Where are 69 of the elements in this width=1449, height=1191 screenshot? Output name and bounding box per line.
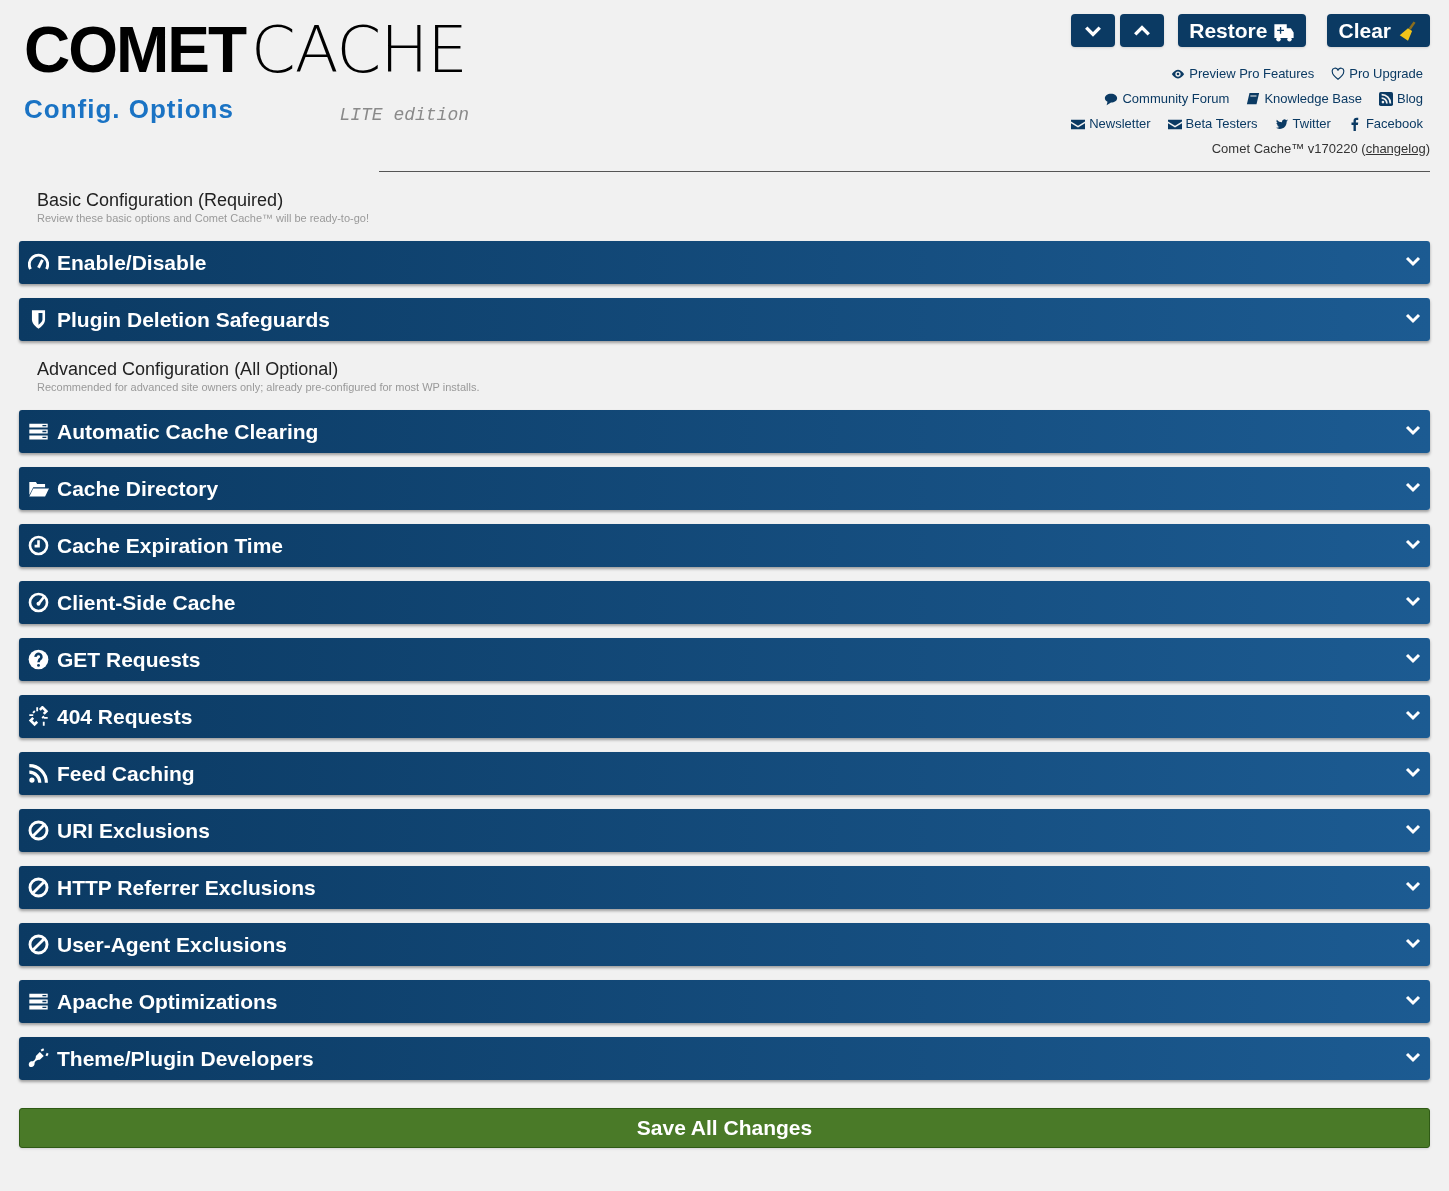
rss-feed-icon [28, 763, 49, 784]
clear-button[interactable]: Clear [1327, 14, 1430, 47]
panel-title: Plugin Deletion Safeguards [57, 306, 332, 333]
page-subtitle: Config. Options [24, 92, 234, 126]
panel-header[interactable]: Cache Expiration Time [19, 524, 1430, 567]
panel-header[interactable]: Apache Optimizations [19, 980, 1430, 1023]
ban-icon [28, 820, 49, 841]
header-link[interactable]: Preview Pro Features [1171, 63, 1315, 84]
ban-icon [28, 934, 49, 955]
book-icon [1246, 91, 1261, 106]
clock-icon [28, 535, 49, 556]
server-rack-icon [28, 991, 49, 1012]
section-description: Review these basic options and Comet Cache™ will be ready-to-go! [37, 211, 370, 225]
panel-title: Client-Side Cache [57, 589, 237, 616]
section-description: Recommended for advanced site owners only; already pre-configured for most WP installs. [37, 380, 481, 394]
dashboard-icon [28, 592, 49, 613]
plug-icon [28, 1048, 49, 1069]
panel-title: HTTP Referrer Exclusions [57, 874, 317, 901]
panel-title: Cache Expiration Time [57, 532, 285, 559]
gauge-icon [28, 252, 49, 273]
restore-button[interactable]: Restore [1178, 14, 1307, 47]
panel-header[interactable]: HTTP Referrer Exclusions [19, 866, 1430, 909]
panel-header[interactable]: User-Agent Exclusions [19, 923, 1430, 966]
logo-wordmark-bold: COMET [24, 14, 247, 88]
header-link[interactable]: Beta Testers [1167, 113, 1258, 134]
header-link[interactable]: Facebook [1347, 113, 1423, 134]
panel-title: 404 Requests [57, 703, 194, 730]
expand-all-button[interactable] [1071, 14, 1116, 47]
collapse-all-button[interactable] [1120, 14, 1165, 47]
header-link[interactable]: Blog [1378, 88, 1423, 109]
panel-header[interactable]: Plugin Deletion Safeguards [19, 298, 1430, 341]
speech-bubble-icon [1104, 91, 1119, 106]
panel-title: Enable/Disable [57, 249, 208, 276]
section-heading: Basic Configuration (Required) [37, 189, 285, 211]
panel-header[interactable]: Cache Directory [19, 467, 1430, 510]
header-link[interactable]: Pro Upgrade [1331, 63, 1423, 84]
header-link[interactable]: Twitter [1274, 113, 1331, 134]
bird-icon [1274, 116, 1289, 131]
panel-header[interactable]: Theme/Plugin Developers [19, 1037, 1430, 1080]
ban-icon [28, 877, 49, 898]
section-heading: Advanced Configuration (All Optional) [37, 358, 340, 380]
changelog-link[interactable]: changelog [1365, 138, 1426, 159]
heart-icon [1331, 66, 1346, 81]
panel-header[interactable]: GET Requests [19, 638, 1430, 681]
panel-header[interactable]: 404 Requests [19, 695, 1430, 738]
panel-header[interactable]: Client-Side Cache [19, 581, 1430, 624]
question-circle-icon [28, 649, 49, 670]
panel-title: Feed Caching [57, 760, 196, 787]
panel-header[interactable]: URI Exclusions [19, 809, 1430, 852]
parenthesis-text: ) [1425, 139, 1430, 158]
edition-label: LITE edition [339, 103, 469, 127]
panel-title: Cache Directory [57, 475, 220, 502]
panel-header[interactable]: Enable/Disable [19, 241, 1430, 284]
header-link[interactable]: Knowledge Base [1246, 88, 1362, 109]
version-text: Comet Cache™ v170220 ( [1211, 139, 1366, 158]
header-link[interactable]: Newsletter [1071, 113, 1151, 134]
logo-wordmark-light: CACHE [251, 14, 467, 88]
header-link[interactable]: Community Forum [1104, 88, 1230, 109]
panel-title: URI Exclusions [57, 817, 211, 844]
panel-title: Theme/Plugin Developers [57, 1045, 315, 1072]
panel-header[interactable]: Automatic Cache Clearing [19, 410, 1430, 453]
rss-icon [1378, 91, 1393, 106]
panel-title: GET Requests [57, 646, 202, 673]
panel-header[interactable]: Feed Caching [19, 752, 1430, 795]
panel-title: Automatic Cache Clearing [57, 418, 320, 445]
panel-title: Apache Optimizations [57, 988, 279, 1015]
panel-title: User-Agent Exclusions [57, 931, 288, 958]
save-button[interactable]: Save All Changes [19, 1108, 1430, 1148]
server-rack-icon [28, 421, 49, 442]
